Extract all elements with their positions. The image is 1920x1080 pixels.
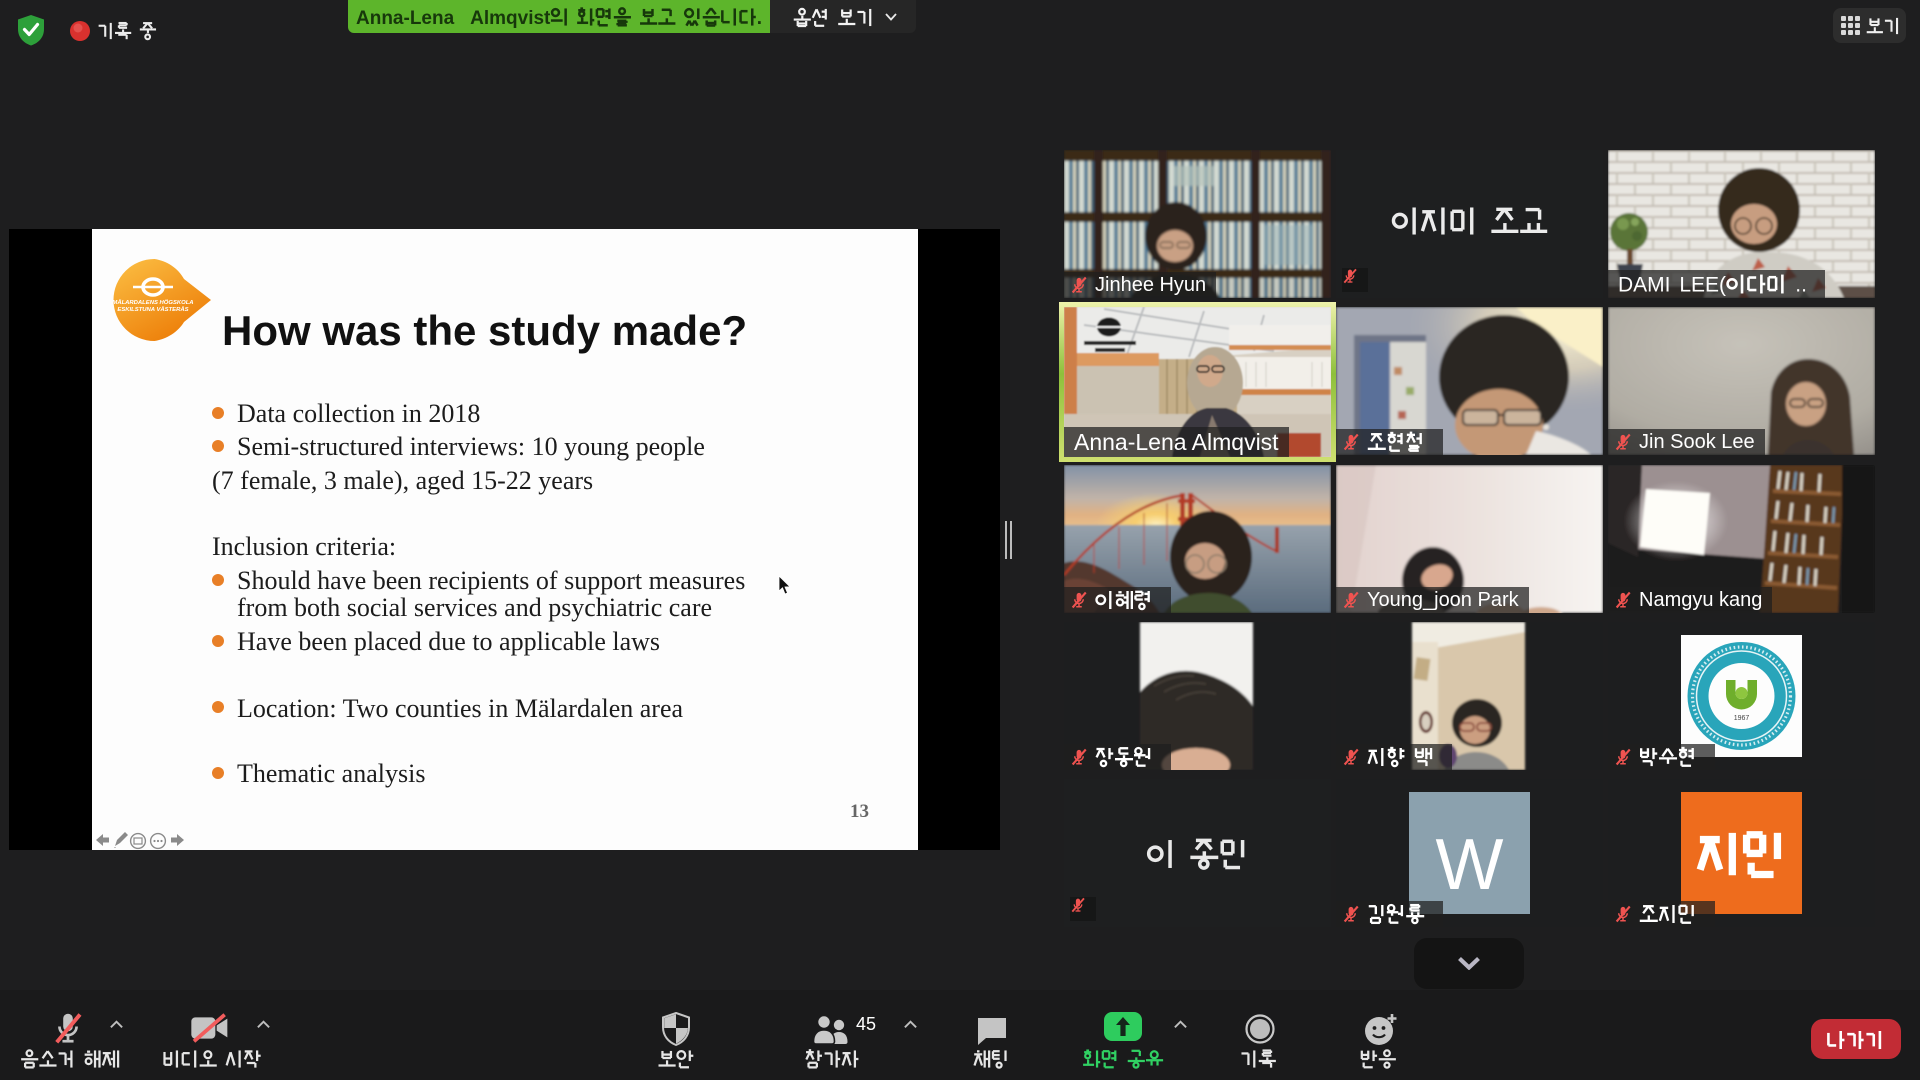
svg-text:LEE(: LEE(	[1679, 274, 1726, 297]
svg-text:1967: 1967	[1734, 715, 1750, 722]
svg-text:DAMI: DAMI	[1618, 274, 1671, 297]
svg-text:Anna-Lena: Anna-Lena	[356, 8, 455, 29]
svg-text:MÄLARDALENS HÖGSKOLA: MÄLARDALENS HÖGSKOLA	[112, 299, 193, 306]
svg-text:ESKILSTUNA VÄSTERÅS: ESKILSTUNA VÄSTERÅS	[117, 306, 188, 313]
svg-text:...: ...	[1795, 274, 1808, 297]
svg-text:Almqvist: Almqvist	[470, 8, 551, 29]
svg-text:.: .	[757, 8, 762, 29]
svg-text:W: W	[1436, 825, 1504, 905]
